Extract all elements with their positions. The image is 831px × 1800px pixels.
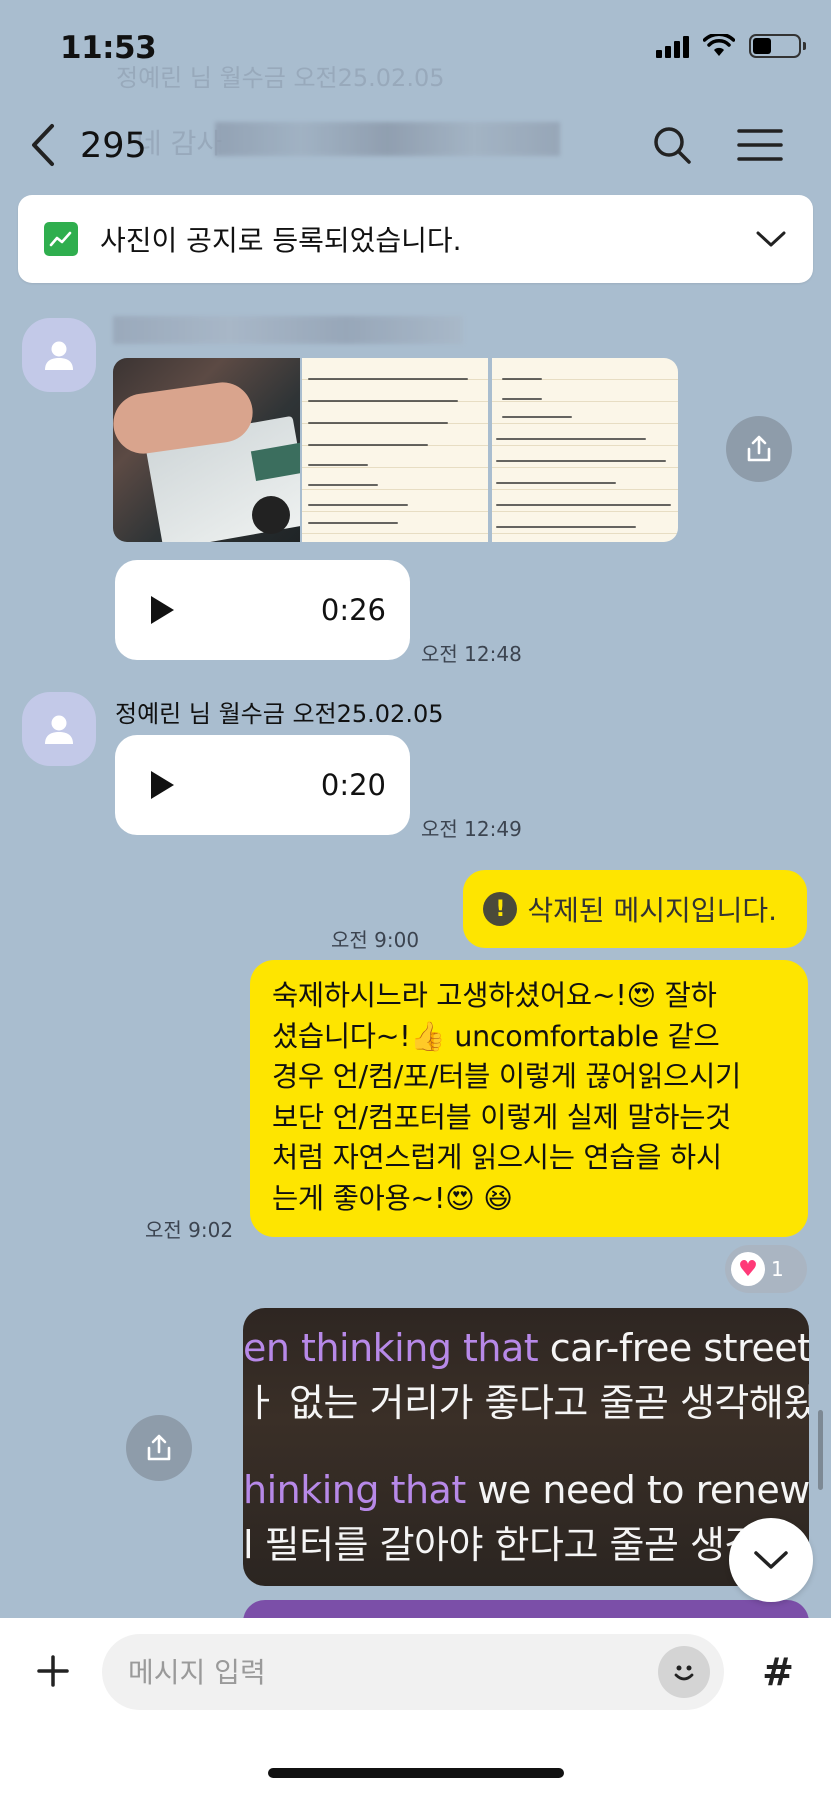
subtitle-line-1: en thinking that car-free streets a [243, 1326, 809, 1370]
message-line: 셨습니다~!👍 uncomfortable 같으 [272, 1019, 720, 1053]
timestamp: 오전 12:48 [421, 642, 522, 666]
message-input[interactable] [128, 1655, 658, 1689]
wifi-icon [703, 34, 735, 56]
chevron-down-icon[interactable] [755, 229, 787, 249]
message-input-box[interactable] [102, 1634, 724, 1710]
emoji-button[interactable] [658, 1646, 710, 1698]
attach-button[interactable] [22, 1640, 84, 1702]
message-line: 경우 언/컴/포/터블 이렇게 끊어읽으시기 [272, 1060, 741, 1093]
voice-message-1[interactable]: 0:26 [115, 560, 410, 660]
search-icon [654, 127, 691, 164]
home-indicator [268, 1768, 564, 1778]
voice-message-2[interactable]: 0:20 [115, 735, 410, 835]
menu-icon [737, 129, 783, 161]
notice-banner[interactable]: 사진이 공지로 등록되었습니다. [18, 195, 813, 283]
message-line: 는게 좋아용~!😍 😆 [272, 1181, 513, 1215]
chat-title-blurred [215, 122, 560, 156]
scroll-to-bottom-button[interactable] [729, 1518, 813, 1602]
member-count: 295 [80, 126, 147, 166]
signal-icon [656, 34, 689, 58]
battery-icon [749, 34, 806, 58]
play-icon[interactable] [149, 770, 175, 800]
chart-icon [44, 222, 78, 256]
hash-icon[interactable]: # [747, 1634, 809, 1710]
sender-name-blurred [113, 316, 463, 344]
share-button[interactable] [126, 1415, 192, 1481]
play-icon[interactable] [149, 595, 175, 625]
video-preview[interactable]: en thinking that car-free streets a ㅏ 없는… [243, 1308, 809, 1586]
warning-icon: ! [483, 892, 518, 926]
battery-fill [753, 38, 771, 54]
message-bubble[interactable]: 숙제하시느라 고생하셨어요~!😍 잘하 셨습니다~!👍 uncomfortabl… [250, 960, 808, 1237]
photo-thumbnail-3[interactable] [492, 358, 678, 542]
emoji-icon [674, 1665, 694, 1681]
avatar[interactable] [22, 692, 96, 766]
share-button[interactable] [726, 416, 792, 482]
photo-thumbnail-1[interactable] [113, 358, 300, 542]
back-chevron-icon [32, 124, 54, 166]
person-icon [45, 715, 73, 744]
notice-text: 사진이 공지로 등록되었습니다. [100, 224, 462, 257]
message-line: 처럼 자연스럽게 읽으시는 연습을 하시 [272, 1141, 722, 1174]
search-button[interactable] [647, 120, 697, 170]
deleted-message-bubble[interactable]: ! 삭제된 메시지입니다. [463, 870, 807, 948]
reaction-badge[interactable]: ♥ 1 [725, 1245, 807, 1293]
timestamp: 오전 9:02 [145, 1218, 234, 1242]
menu-button[interactable] [735, 120, 785, 170]
plus-icon [37, 1655, 69, 1687]
scrollbar[interactable] [818, 1410, 823, 1490]
ghost-sender-line: 정예린 님 월수금 오전25.02.05 [116, 64, 445, 92]
avatar[interactable] [22, 318, 96, 392]
person-icon [45, 341, 73, 370]
deleted-message-text: 삭제된 메시지입니다. [527, 894, 777, 927]
subtitle-line-3: hinking that we need to renew th [243, 1468, 809, 1512]
share-icon [747, 435, 771, 462]
photo-thumbnail-2[interactable] [302, 358, 488, 542]
message-line: 숙제하시느라 고생하셨어요~!😍 잘하 [272, 979, 717, 1012]
reaction-count: 1 [771, 1257, 784, 1281]
timestamp: 오전 9:00 [331, 928, 420, 952]
voice-duration: 0:26 [320, 593, 386, 627]
sender-name: 정예린 님 월수금 오전25.02.05 [115, 700, 444, 728]
chevron-down-icon [754, 1551, 788, 1569]
heart-icon: ♥ [731, 1252, 765, 1286]
timestamp: 오전 12:49 [421, 817, 522, 841]
status-indicators [656, 34, 806, 58]
subtitle-line-2: ㅏ 없는 거리가 좋다고 줄곧 생각해왔어 [243, 1381, 809, 1425]
message-line: 보단 언/컴포터블 이렇게 실제 말하는것 [272, 1100, 732, 1134]
subtitle-line-4: l 필터를 갈아야 한다고 줄곧 생각 [243, 1523, 759, 1567]
ghost-message: 네 감사 [136, 127, 223, 160]
voice-duration: 0:20 [320, 768, 386, 802]
share-icon [147, 1434, 171, 1461]
back-button[interactable] [30, 120, 70, 170]
